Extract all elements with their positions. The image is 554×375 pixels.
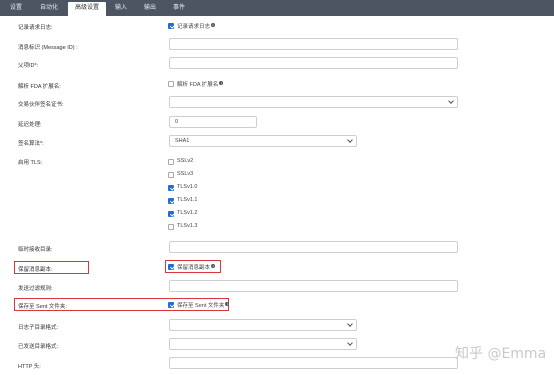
tls-tlsv13-checkbox[interactable] — [168, 224, 174, 230]
parent-id-label: 父项ID*: — [18, 63, 39, 69]
send-filter-label: 发送过滤规则: — [18, 286, 53, 292]
save-sent-checkbox-label: 保存至 Sent 文件夹 i — [177, 302, 230, 309]
sign-cert-select[interactable] — [169, 96, 458, 108]
message-id-input[interactable] — [169, 38, 458, 50]
tls-sslv3-checkbox[interactable] — [168, 172, 174, 178]
sent-dir-label: 已发送目录格式: — [18, 344, 59, 350]
chevron-down-icon — [448, 98, 454, 104]
sign-cert-label: 交易伙伴签名证书: — [18, 102, 64, 108]
tls-option-label: SSLv2 — [177, 158, 194, 164]
tab-automation[interactable]: 自动化 — [34, 0, 64, 16]
save-sent-checkbox[interactable] — [168, 302, 174, 308]
watermark: 知乎 @Emma — [455, 346, 547, 362]
tls-option-label: TLSv1.1 — [177, 197, 198, 203]
tls-option-label: TLSv1.3 — [177, 223, 198, 229]
tab-events[interactable]: 事件 — [167, 0, 191, 16]
chevron-down-icon — [347, 340, 353, 346]
chevron-down-icon — [347, 137, 353, 143]
tls-option-label: TLSv1.0 — [177, 184, 198, 190]
parse-fda-checkbox[interactable] — [168, 81, 174, 87]
tls-tlsv12-checkbox[interactable] — [168, 211, 174, 217]
tab-output[interactable]: 输出 — [138, 0, 162, 16]
tls-option-label: TLSv1.2 — [177, 210, 198, 216]
log-subdir-label: 日志子目录格式: — [18, 325, 59, 331]
tls-label: 启用 TLS: — [18, 160, 43, 166]
delay-label: 延迟处理: — [18, 122, 42, 128]
tls-option-label: SSLv3 — [177, 171, 194, 177]
temp-receive-input[interactable] — [169, 241, 458, 253]
sent-dir-select[interactable] — [169, 338, 357, 350]
tab-input[interactable]: 输入 — [110, 0, 132, 16]
save-sent-label: 保存至 Sent 文件夹: — [18, 304, 67, 310]
http-header-input[interactable] — [169, 357, 458, 369]
info-icon: i — [219, 81, 224, 85]
info-icon: i — [211, 264, 216, 268]
log-request-label: 记录请求日志: — [18, 25, 53, 31]
tls-tlsv11-checkbox[interactable] — [168, 198, 174, 204]
parent-id-input[interactable] — [169, 57, 458, 69]
message-id-label: 消息标识 (Message ID) : — [18, 45, 78, 51]
keep-copy-checkbox-label: 保留消息副本 i — [177, 264, 216, 271]
sign-algorithm-select[interactable]: SHA1 — [169, 135, 357, 147]
temp-receive-label: 临时接收目录: — [18, 247, 53, 253]
keep-copy-label: 保留消息副本: — [18, 267, 53, 273]
log-subdir-select[interactable] — [169, 319, 357, 331]
log-request-checkbox[interactable] — [168, 23, 174, 29]
delay-input[interactable]: 0 — [169, 116, 257, 128]
send-filter-input[interactable] — [169, 280, 458, 292]
http-header-label: HTTP 头: — [18, 364, 41, 370]
log-request-checkbox-label: 记录请求日志 i — [177, 23, 216, 30]
keep-copy-checkbox[interactable] — [168, 264, 174, 270]
tls-sslv2-checkbox[interactable] — [168, 159, 174, 165]
sign-algorithm-label: 签名算法*: — [18, 141, 44, 147]
parse-fda-checkbox-label: 解析 FDA 扩展名 i — [177, 81, 224, 88]
info-icon: i — [225, 302, 230, 306]
parse-fda-label: 解析 FDA 扩展名: — [18, 84, 61, 90]
tab-advanced-settings[interactable]: 高级设置 — [68, 2, 106, 16]
info-icon: i — [211, 23, 216, 27]
tab-settings[interactable]: 设置 — [4, 0, 28, 16]
tls-tlsv10-checkbox[interactable] — [168, 185, 174, 191]
tab-bar: 设置 自动化 高级设置 输入 输出 事件 — [0, 0, 554, 16]
chevron-down-icon — [347, 321, 353, 327]
